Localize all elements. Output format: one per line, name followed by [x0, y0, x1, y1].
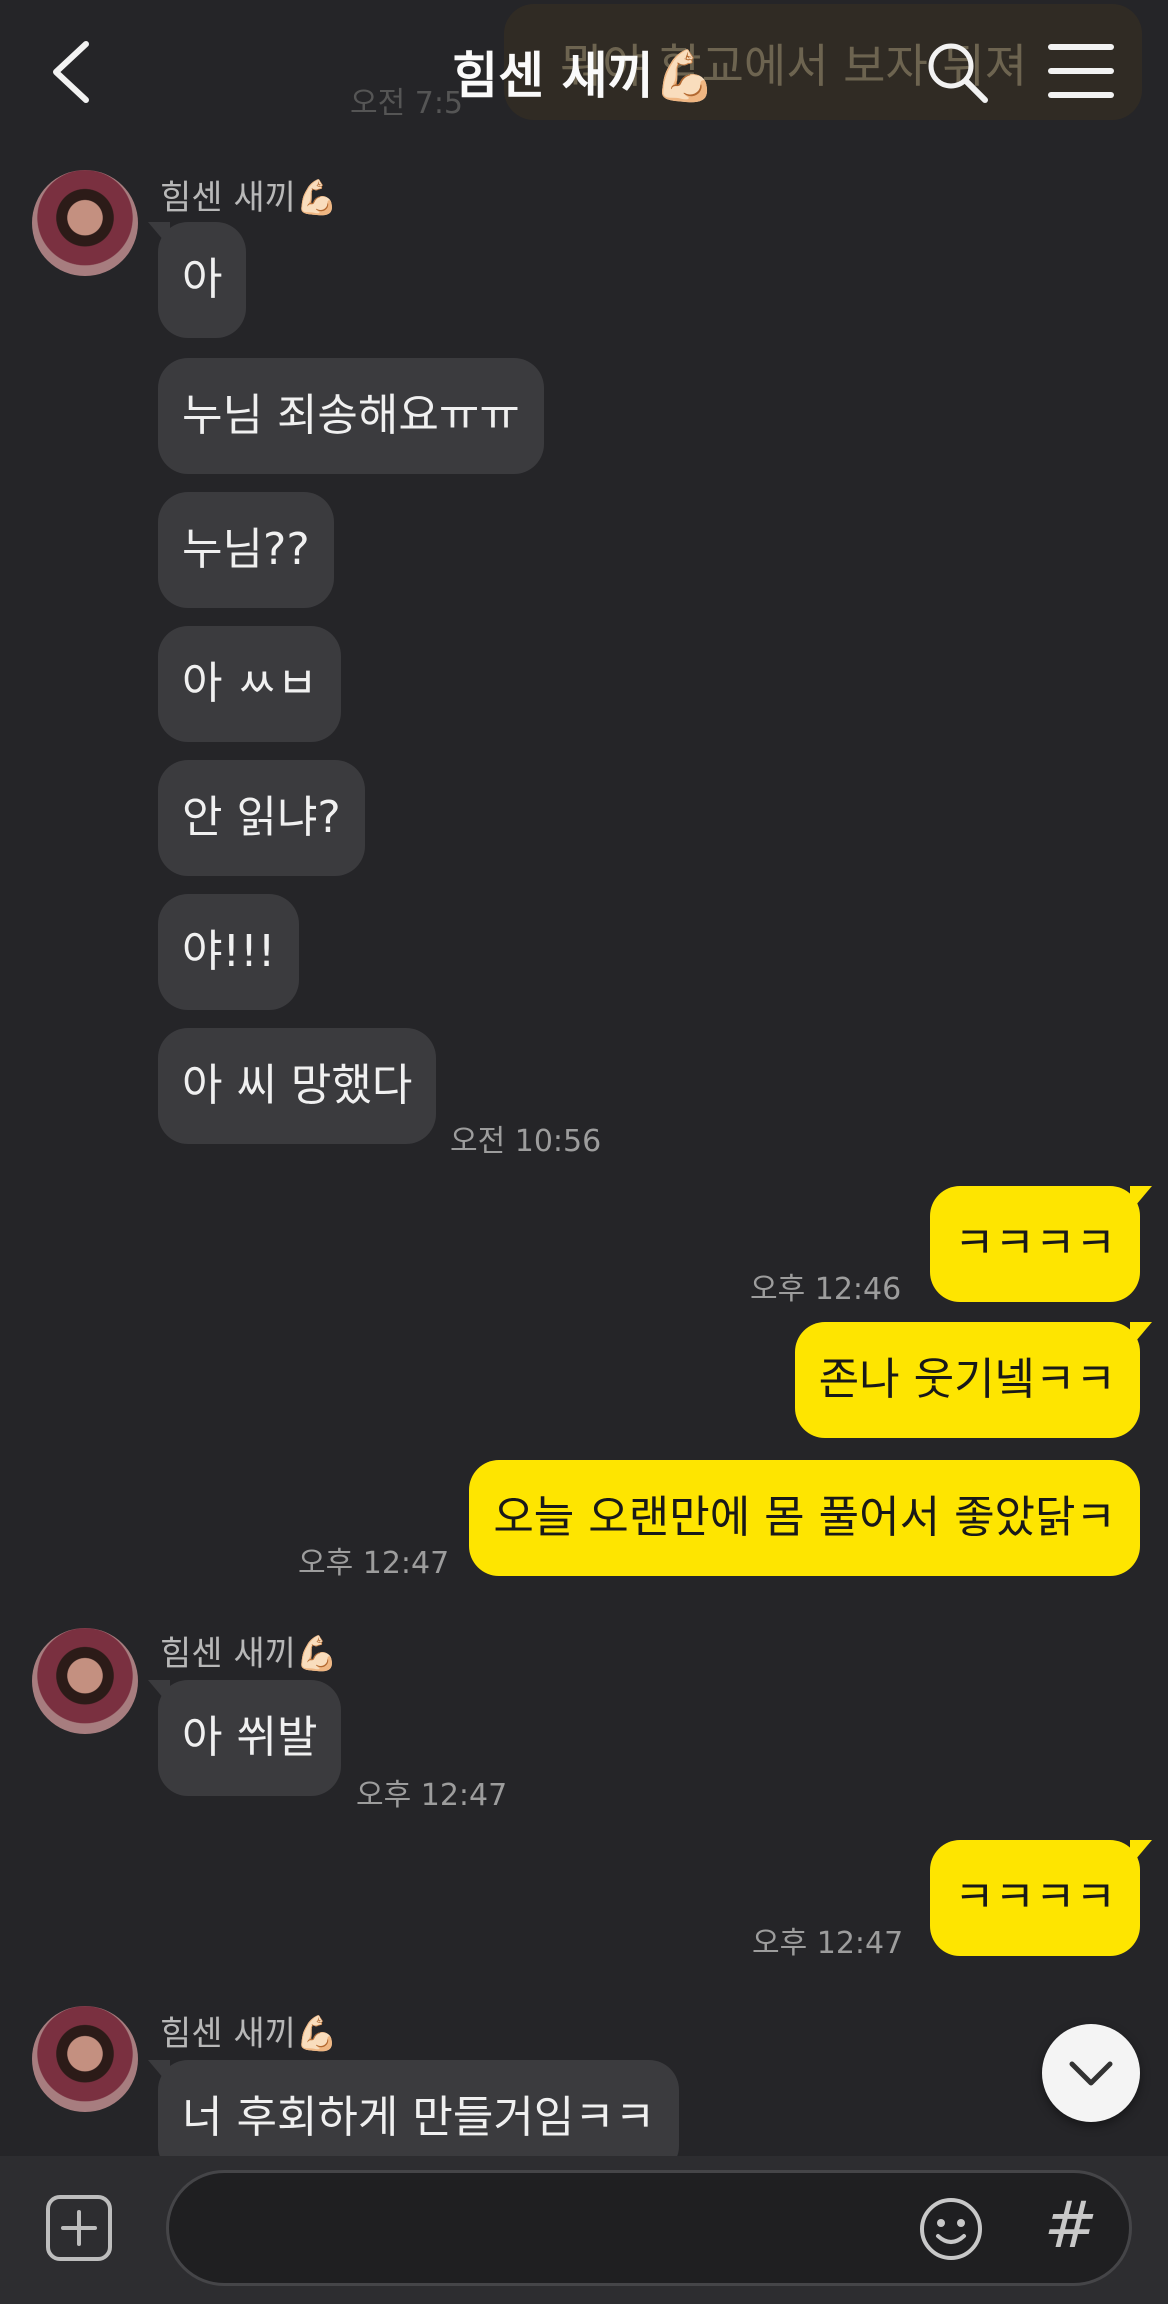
- message-input-box: [166, 2170, 1132, 2286]
- message-time: 오전 10:56: [450, 1124, 602, 1159]
- emoji-icon: [920, 2198, 982, 2260]
- emoji-button[interactable]: [918, 2196, 984, 2262]
- received-message[interactable]: 아 ㅆㅂ: [158, 626, 342, 742]
- search-button[interactable]: [925, 40, 989, 104]
- sent-message[interactable]: 존나 웃기넼ㅋㅋ: [794, 1322, 1153, 1438]
- message-time: 오후 12:46: [750, 1272, 902, 1307]
- received-message[interactable]: 누님??: [158, 492, 334, 608]
- message-time: 오후 12:47: [298, 1546, 450, 1581]
- sent-message[interactable]: ㅋㅋㅋㅋ: [930, 1840, 1152, 1956]
- menu-button[interactable]: [1048, 44, 1118, 100]
- received-message[interactable]: 아 씨 망했다: [158, 1028, 437, 1144]
- received-message[interactable]: 아: [147, 222, 247, 338]
- sender-name: 힘센 새끼💪🏻: [160, 2014, 339, 2054]
- received-message[interactable]: 야!!!: [158, 894, 300, 1010]
- hashtag-button[interactable]: #: [1044, 2186, 1104, 2266]
- search-icon: [928, 43, 988, 103]
- sent-message[interactable]: ㅋㅋㅋㅋ: [930, 1186, 1152, 1302]
- received-message[interactable]: 아 쒸발: [147, 1680, 342, 1796]
- message-time: 오후 12:47: [752, 1926, 904, 1961]
- chat-screen: 뭐야 학교에서 보자 뒤져 오전 7:5 힘센 새끼💪🏻 힘센 새끼💪🏻 아 누…: [0, 0, 1168, 2304]
- avatar[interactable]: [32, 2006, 138, 2112]
- message-input-bar: #: [0, 2156, 1168, 2304]
- avatar[interactable]: [32, 170, 138, 276]
- received-message[interactable]: 누님 죄송해요ㅠㅠ: [158, 358, 544, 474]
- message-time: 오후 12:47: [356, 1778, 508, 1813]
- chevron-down-icon: [1069, 2061, 1113, 2086]
- chat-header: 힘센 새끼💪🏻: [0, 0, 1168, 140]
- message-input[interactable]: [199, 2193, 903, 2265]
- avatar[interactable]: [32, 1628, 138, 1734]
- sent-message[interactable]: 오늘 오랜만에 몸 풀어서 좋았닭ㅋ: [469, 1460, 1140, 1576]
- sender-name: 힘센 새끼💪🏻: [160, 1634, 339, 1674]
- plus-icon: [61, 2210, 97, 2246]
- scroll-to-bottom-button[interactable]: [1042, 2024, 1140, 2122]
- sender-name: 힘센 새끼💪🏻: [160, 178, 339, 218]
- add-attachment-button[interactable]: [46, 2195, 112, 2261]
- received-message[interactable]: 안 읽냐?: [158, 760, 365, 876]
- chat-title: 힘센 새끼💪🏻: [452, 47, 716, 105]
